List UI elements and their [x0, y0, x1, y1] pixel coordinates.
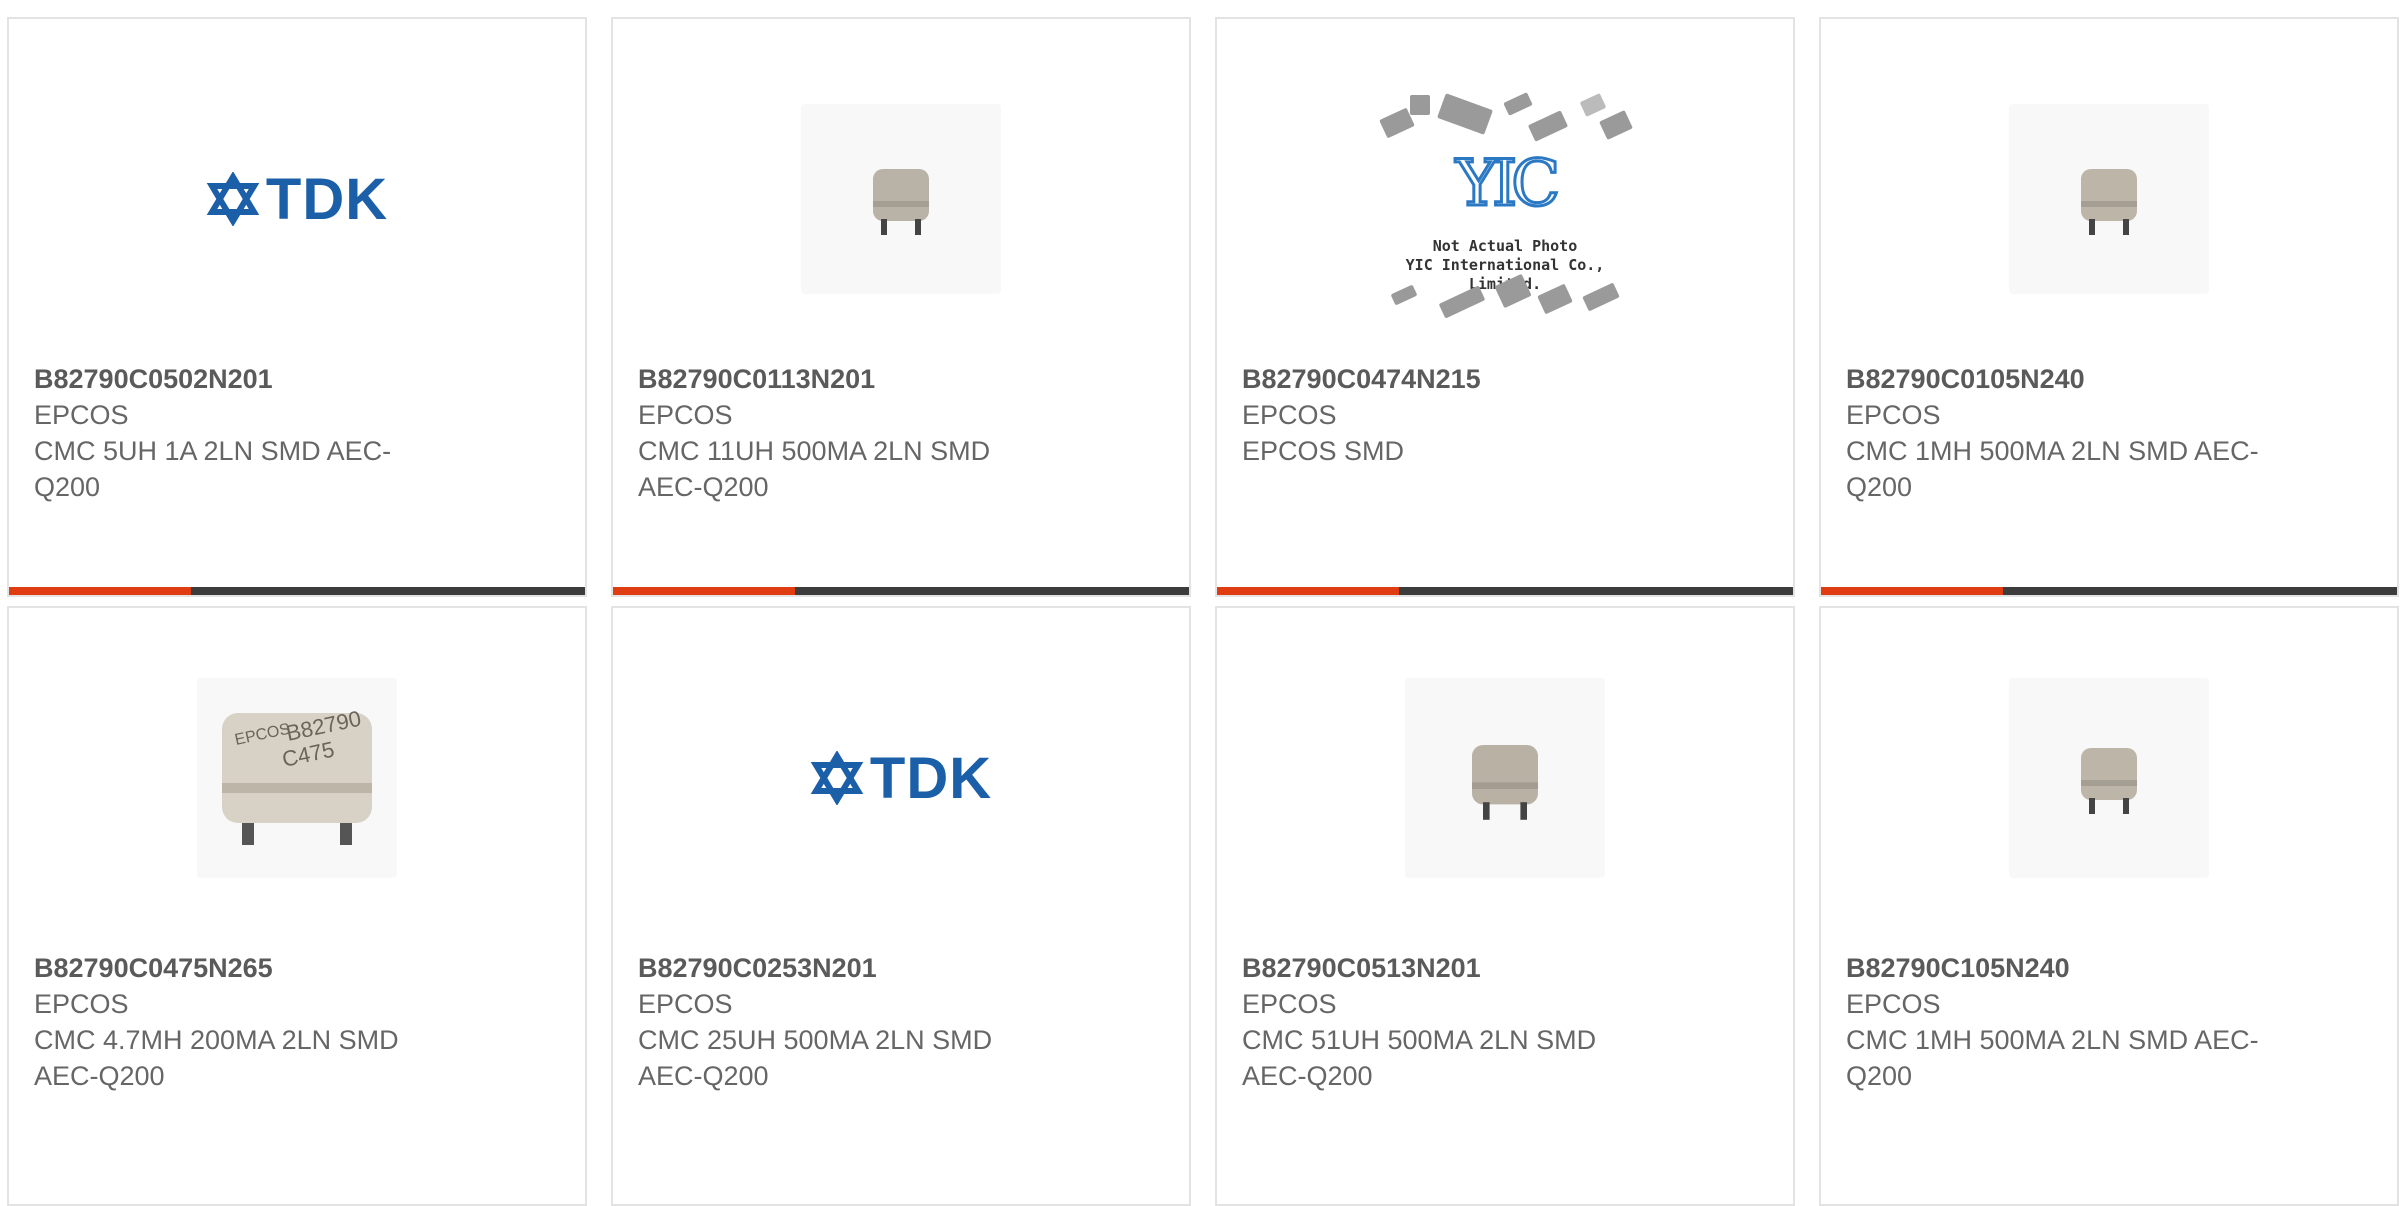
inductor-photo — [1405, 678, 1605, 878]
inductor-photo: EPCOS B82790 C475 — [197, 678, 397, 878]
part-number[interactable]: B82790C0253N201 — [638, 950, 1164, 986]
product-card[interactable]: B82790C0113N201 EPCOS CMC 11UH 500MA 2LN… — [611, 17, 1191, 597]
manufacturer: EPCOS — [1846, 400, 1941, 430]
part-number[interactable]: B82790C0475N265 — [34, 950, 560, 986]
tdk-emblem-icon — [810, 751, 864, 805]
manufacturer: EPCOS — [34, 989, 129, 1019]
manufacturer: EPCOS — [34, 400, 129, 430]
inductor-photo — [2009, 678, 2209, 878]
product-image — [2009, 99, 2209, 299]
product-image: TDK — [197, 99, 397, 299]
card-progress-bar — [9, 587, 585, 595]
part-number[interactable]: B82790C105N240 — [1846, 950, 2372, 986]
description: CMC 1MH 500MA 2LN SMD AEC-Q200 — [1846, 436, 2259, 502]
inductor-photo — [2009, 104, 2209, 294]
not-actual-photo-image: YIC Not Actual Photo YIC International C… — [1370, 89, 1640, 329]
tdk-emblem-icon — [206, 172, 260, 226]
product-card[interactable]: TDK B82790C0253N201 EPCOS CMC 25UH 500MA… — [611, 606, 1191, 1206]
inductor-icon — [2081, 748, 2137, 814]
yic-logo: YIC — [1454, 146, 1561, 223]
product-card[interactable]: YIC Not Actual Photo YIC International C… — [1215, 17, 1795, 597]
inductor-icon — [1472, 745, 1538, 820]
part-number[interactable]: B82790C0113N201 — [638, 361, 1164, 397]
description: EPCOS SMD — [1242, 436, 1405, 466]
product-card[interactable]: TDK B82790C0502N201 EPCOS CMC 5UH 1A 2LN… — [7, 17, 587, 597]
part-number[interactable]: B82790C0105N240 — [1846, 361, 2372, 397]
card-progress-bar — [1821, 587, 2397, 595]
product-image: YIC Not Actual Photo YIC International C… — [1370, 89, 1640, 329]
description: CMC 25UH 500MA 2LN SMD AEC-Q200 — [638, 1025, 993, 1091]
manufacturer: EPCOS — [1846, 989, 1941, 1019]
inductor-icon — [873, 169, 929, 235]
image-caption: Not Actual Photo — [1432, 237, 1578, 255]
description: CMC 51UH 500MA 2LN SMD AEC-Q200 — [1242, 1025, 1597, 1091]
description: CMC 4.7MH 200MA 2LN SMD AEC-Q200 — [34, 1025, 399, 1091]
description: CMC 11UH 500MA 2LN SMD AEC-Q200 — [638, 436, 991, 502]
product-image: TDK — [801, 678, 1001, 878]
product-card[interactable]: EPCOS B82790 C475 B82790C0475N265 EPCOS … — [7, 606, 587, 1206]
manufacturer: EPCOS — [1242, 989, 1337, 1019]
manufacturer: EPCOS — [1242, 400, 1337, 430]
card-progress-bar — [1217, 587, 1793, 595]
product-image — [801, 99, 1001, 299]
product-card[interactable]: B82790C105N240 EPCOS CMC 1MH 500MA 2LN S… — [1819, 606, 2399, 1206]
product-card[interactable]: B82790C0105N240 EPCOS CMC 1MH 500MA 2LN … — [1819, 17, 2399, 597]
inductor-icon: EPCOS B82790 C475 — [222, 706, 372, 845]
tdk-logo: TDK — [810, 745, 992, 812]
product-card[interactable]: B82790C0513N201 EPCOS CMC 51UH 500MA 2LN… — [1215, 606, 1795, 1206]
product-image — [1405, 678, 1605, 878]
manufacturer: EPCOS — [638, 989, 733, 1019]
part-number[interactable]: B82790C0502N201 — [34, 361, 560, 397]
description: CMC 5UH 1A 2LN SMD AEC-Q200 — [34, 436, 392, 502]
card-progress-bar — [613, 587, 1189, 595]
product-image — [2009, 678, 2209, 878]
description: CMC 1MH 500MA 2LN SMD AEC-Q200 — [1846, 1025, 2259, 1091]
inductor-photo — [801, 104, 1001, 294]
manufacturer: EPCOS — [638, 400, 733, 430]
part-number[interactable]: B82790C0474N215 — [1242, 361, 1768, 397]
inductor-icon — [2081, 169, 2137, 235]
product-image: EPCOS B82790 C475 — [197, 678, 397, 878]
product-grid: TDK B82790C0502N201 EPCOS CMC 5UH 1A 2LN… — [0, 0, 2400, 1206]
tdk-logo: TDK — [206, 166, 388, 233]
part-number[interactable]: B82790C0513N201 — [1242, 950, 1768, 986]
